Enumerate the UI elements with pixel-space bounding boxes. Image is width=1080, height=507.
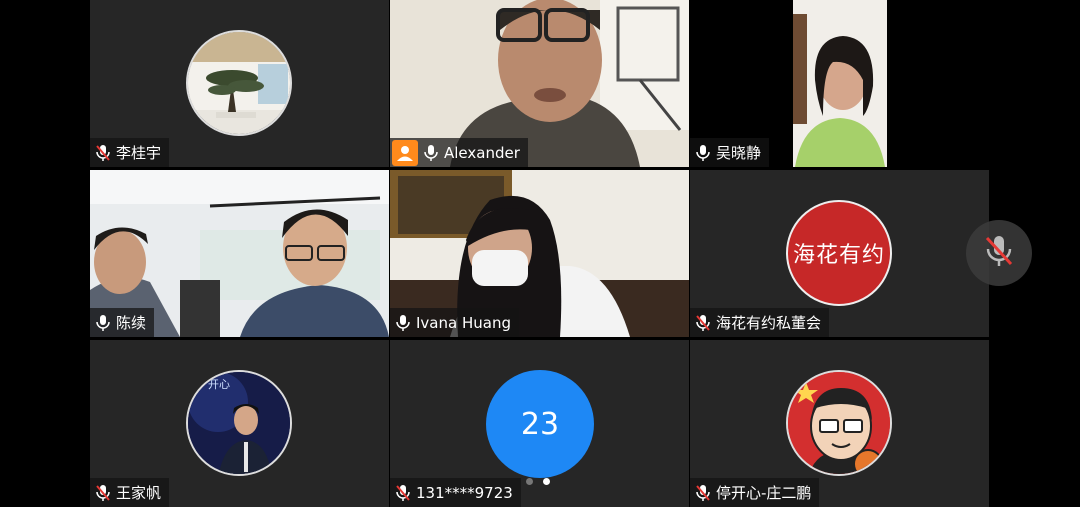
avatar: [186, 30, 292, 136]
participant-name: 海花有约私董会: [716, 314, 822, 332]
participant-count: 23: [520, 406, 560, 442]
mic-icon: [396, 314, 410, 332]
page-dot-active[interactable]: [543, 478, 550, 485]
participant-label: 停开心-庄二鹏: [690, 478, 820, 507]
mic-muted-icon: [96, 144, 110, 162]
participant-label: Ivana Huang: [390, 308, 519, 337]
mute-toggle-button[interactable]: [966, 220, 1032, 286]
avatar: 海花有约: [786, 200, 892, 306]
participant-label: 海花有约私董会: [690, 308, 830, 337]
participant-label: Alexander: [390, 138, 528, 167]
participant-label: 131****9723: [390, 478, 521, 507]
avatar: 开心: [186, 370, 292, 476]
mic-muted-icon: [985, 234, 1013, 272]
participant-name: Ivana Huang: [416, 313, 511, 332]
participant-name: Alexander: [444, 143, 520, 162]
page-indicator[interactable]: [526, 478, 550, 485]
participant-name: 停开心-庄二鹏: [716, 484, 812, 502]
mic-muted-icon: [396, 484, 410, 502]
participant-tile[interactable]: 李桂宇: [90, 0, 389, 167]
video-feed: [793, 0, 887, 167]
participant-name: 131****9723: [416, 483, 513, 502]
participant-tile[interactable]: 开心 王家帆: [90, 340, 389, 507]
participant-count-avatar: 23: [486, 370, 594, 478]
mic-icon: [96, 314, 110, 332]
mic-muted-icon: [696, 314, 710, 332]
participant-name: 王家帆: [116, 484, 162, 502]
participant-tile-active[interactable]: Alexander: [390, 0, 689, 167]
avatar-caption: 开心: [208, 378, 230, 391]
participant-label: 李桂宇: [90, 138, 170, 167]
mic-muted-icon: [96, 484, 110, 502]
mic-icon: [696, 144, 710, 162]
participant-label: 陈续: [90, 308, 155, 337]
host-icon: [392, 139, 418, 166]
participant-tile[interactable]: 吴晓静: [690, 0, 989, 167]
participant-name: 李桂宇: [116, 144, 162, 162]
page-dot[interactable]: [526, 478, 533, 485]
participant-tile[interactable]: 停开心-庄二鹏: [690, 340, 989, 507]
mic-icon: [424, 144, 438, 162]
participant-tile[interactable]: 陈续: [90, 170, 389, 337]
participant-name: 陈续: [116, 314, 147, 332]
mic-muted-icon: [696, 484, 710, 502]
participant-tile[interactable]: 海花有约 海花有约私董会: [690, 170, 989, 337]
avatar: [786, 370, 892, 476]
participant-label: 王家帆: [90, 478, 170, 507]
participant-label: 吴晓静: [690, 138, 770, 167]
participant-tile[interactable]: Ivana Huang: [390, 170, 689, 337]
avatar-text: 海花有约: [792, 243, 885, 268]
participant-name: 吴晓静: [716, 144, 762, 162]
